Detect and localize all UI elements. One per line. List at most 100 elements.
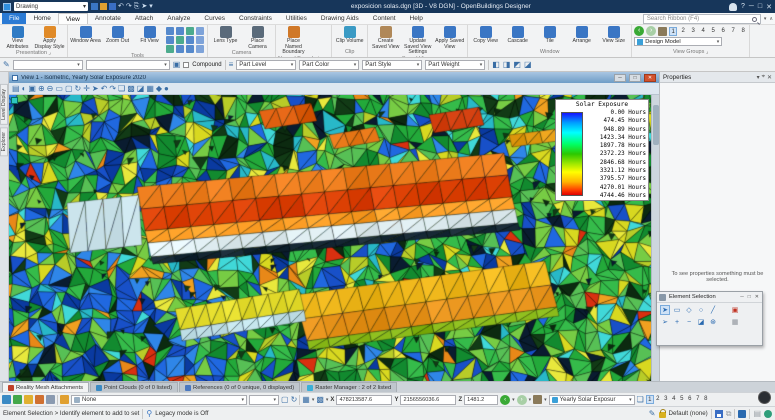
- user-account-icon[interactable]: [729, 3, 737, 11]
- element-selection-dialog[interactable]: Element Selection ─ □ ✕ ➤ ▭ ◇ ○ ╱ ▣ ➢ + …: [656, 291, 763, 346]
- ribbon-button-window-area[interactable]: Window Area: [70, 26, 101, 45]
- part-level-combo[interactable]: Part Level▾: [236, 60, 296, 70]
- view-minimize-button[interactable]: ─: [614, 74, 626, 82]
- save-icon[interactable]: [109, 3, 116, 10]
- ribbon-button-fit-view[interactable]: Fit View: [134, 26, 165, 45]
- view-toggle-8[interactable]: 8: [739, 27, 747, 36]
- status-view-toggle-2[interactable]: 2: [654, 395, 662, 404]
- attribute-tools-icon[interactable]: ◪: [524, 60, 532, 70]
- ribbon-tab-view[interactable]: View: [58, 13, 88, 24]
- select-shape-icon[interactable]: ◇: [684, 305, 694, 315]
- design-history-icon[interactable]: ⧉: [726, 409, 732, 419]
- model-selector-combo[interactable]: Design Model▾: [634, 37, 722, 46]
- view-close-button[interactable]: ✕: [644, 74, 656, 82]
- view-toggle-4[interactable]: 4: [699, 27, 707, 36]
- print-icon[interactable]: ⎘: [134, 3, 140, 11]
- ribbon-tab-utilities[interactable]: Utilities: [279, 13, 314, 24]
- ribbon-tab-annotate[interactable]: Annotate: [88, 13, 128, 24]
- prev-view-group-icon[interactable]: ‹: [634, 26, 644, 36]
- compound-checkbox[interactable]: [183, 62, 189, 68]
- ribbon-button-tile[interactable]: Tile: [534, 26, 565, 45]
- ribbon-collapse-icon[interactable]: ∧: [769, 16, 773, 22]
- status-view-toggle-3[interactable]: 3: [662, 395, 670, 404]
- ribbon-button-arrange[interactable]: Arrange: [566, 26, 597, 45]
- view-tool-icon[interactable]: [186, 27, 194, 35]
- view-tool-icon[interactable]: [196, 45, 204, 53]
- walk-icon[interactable]: ➤: [92, 84, 99, 94]
- locks-icon[interactable]: [659, 412, 666, 418]
- redo-icon[interactable]: ↷: [126, 3, 132, 11]
- select-new-icon[interactable]: ➢: [660, 317, 670, 327]
- viewport[interactable]: Solar Exposure 0.00 Hours474.45 Hours948…: [9, 95, 651, 381]
- status-view-toggle-6[interactable]: 6: [686, 395, 694, 404]
- raster-settings-icon[interactable]: [46, 395, 55, 404]
- status-view-toggle-7[interactable]: 7: [694, 395, 702, 404]
- change-attributes-icon[interactable]: ◧: [492, 60, 500, 70]
- x-coordinate-input[interactable]: 478213587.6: [336, 395, 392, 405]
- view-toggle-5[interactable]: 5: [709, 27, 717, 36]
- grid-display-dropdown[interactable]: ▾: [312, 397, 315, 403]
- view-tool-icon[interactable]: [196, 36, 204, 44]
- ribbon-button-clip-volume[interactable]: Clip Volume: [334, 26, 365, 45]
- smart-match-icon[interactable]: ◨: [503, 60, 511, 70]
- ribbon-button-zoom-out[interactable]: Zoom Out: [102, 26, 133, 45]
- part-weight-combo[interactable]: Part Weight▾: [425, 60, 485, 70]
- dialog-minimize-icon[interactable]: ─: [739, 294, 745, 300]
- raster-clip-icon[interactable]: [24, 395, 33, 404]
- folder-icon[interactable]: [60, 395, 69, 404]
- match-element-icon[interactable]: ◩: [513, 60, 521, 70]
- side-tab-level-display[interactable]: Level Display: [0, 84, 8, 125]
- all-views-icon[interactable]: [658, 27, 667, 36]
- undo-icon[interactable]: ↶: [118, 3, 124, 11]
- properties-menu-icon[interactable]: ▾: [757, 74, 760, 81]
- ribbon-button-update-saved-view-settings[interactable]: Update Saved View Settings: [402, 26, 433, 56]
- raster-attach-icon[interactable]: [2, 395, 11, 404]
- status-view-toggle-5[interactable]: 5: [678, 395, 686, 404]
- window-area-icon[interactable]: ▭: [55, 84, 63, 94]
- fit-view-icon[interactable]: ▢: [65, 84, 73, 94]
- select-add-icon[interactable]: +: [672, 317, 682, 327]
- bottom-tab-point[interactable]: Point Clouds (0 of 0 listed): [90, 382, 178, 392]
- view-previous-icon[interactable]: ↶: [101, 84, 108, 94]
- search-options-icon[interactable]: ▾: [764, 16, 767, 22]
- view-menu-icon[interactable]: [12, 75, 18, 81]
- part-browser-icon[interactable]: ▣: [173, 60, 181, 70]
- search-ribbon-input[interactable]: Search Ribbon (F4): [643, 14, 761, 24]
- ribbon-tab-constraints[interactable]: Constraints: [232, 13, 279, 24]
- ribbon-tab-help[interactable]: Help: [403, 13, 430, 24]
- part-style-combo[interactable]: Part Style▾: [362, 60, 422, 70]
- view-attributes-icon[interactable]: ▣: [28, 84, 36, 94]
- workflow-selector[interactable]: Drawing▾: [14, 2, 88, 11]
- copy-view-icon[interactable]: ❏: [118, 84, 125, 94]
- all-view-groups-icon[interactable]: [533, 395, 542, 404]
- raster-transparency-icon[interactable]: [35, 395, 44, 404]
- view-tool-icon[interactable]: [176, 45, 184, 53]
- bottom-tab-references[interactable]: References (0 of 0 unique, 0 displayed): [179, 382, 300, 392]
- status-view-toggle-4[interactable]: 4: [670, 395, 678, 404]
- y-coordinate-input[interactable]: 2156556036.6: [400, 395, 456, 405]
- selection-set-icon[interactable]: [738, 410, 746, 418]
- select-line-icon[interactable]: ╱: [708, 305, 718, 315]
- clip-mask-icon[interactable]: ◪: [137, 84, 145, 94]
- ribbon-button-view-attributes[interactable]: View Attributes: [2, 26, 33, 50]
- pan-view-icon[interactable]: ✛: [83, 84, 90, 94]
- select-invert-icon[interactable]: ◪: [696, 317, 706, 327]
- close-button[interactable]: ✕: [766, 3, 772, 11]
- pointer-icon[interactable]: ➤: [141, 3, 147, 11]
- ribbon-button-place-named-boundary[interactable]: Place Named Boundary: [278, 26, 309, 56]
- select-subtract-icon[interactable]: −: [684, 317, 694, 327]
- rotate-view-icon[interactable]: ↻: [75, 84, 82, 94]
- ribbon-tab-attach[interactable]: Attach: [128, 13, 160, 24]
- grid-lock-dropdown[interactable]: ▾: [326, 397, 329, 403]
- microphone-icon[interactable]: ⚲: [146, 409, 152, 419]
- raster-edit-icon[interactable]: [13, 395, 22, 404]
- dialog-restore-icon[interactable]: □: [747, 294, 752, 300]
- bottom-tab-reality[interactable]: Reality Mesh Attachments: [2, 382, 89, 392]
- next-view-group-icon[interactable]: ›: [646, 26, 656, 36]
- view-display-style-icon[interactable]: ▤: [12, 84, 20, 94]
- navigation-icon[interactable]: ●: [164, 84, 169, 94]
- maximize-button[interactable]: □: [758, 3, 762, 10]
- qat-more-icon[interactable]: ▾: [149, 3, 153, 11]
- select-block-icon[interactable]: ▭: [672, 305, 682, 315]
- view-toggle-6[interactable]: 6: [719, 27, 727, 36]
